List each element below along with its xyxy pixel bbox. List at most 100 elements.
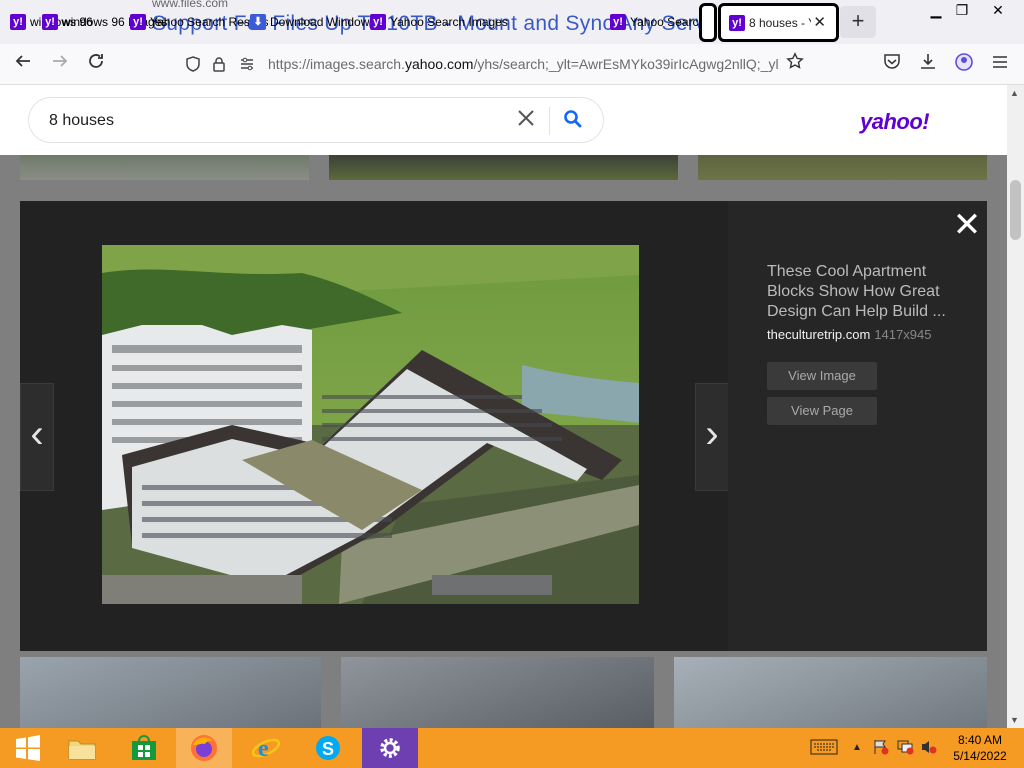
url-prefix: https://images.search.	[268, 56, 405, 72]
touch-keyboard-icon[interactable]	[810, 739, 838, 758]
tab-strip: www.files.com Support For Files Up To 10…	[0, 0, 1024, 44]
image-source[interactable]: theculturetrip.com 1417x945	[767, 327, 931, 342]
result-thumbnail[interactable]	[20, 155, 309, 180]
clear-x-icon	[518, 110, 534, 126]
background-tab[interactable]: y! Yahoo Search Results	[610, 12, 700, 32]
firefox-icon	[191, 735, 217, 761]
previous-image-button[interactable]: ‹	[20, 383, 54, 491]
yahoo-favicon-icon: y!	[42, 14, 58, 30]
view-page-button[interactable]: View Page	[767, 397, 877, 425]
network-icon[interactable]	[896, 739, 914, 758]
url-text[interactable]: https://images.search.yahoo.com/yhs/sear…	[268, 56, 778, 72]
apartment-photo	[102, 245, 639, 604]
background-tab[interactable]: y! Yahoo Search Images	[370, 12, 508, 32]
forward-button[interactable]	[48, 52, 72, 76]
account-button[interactable]	[952, 52, 976, 76]
next-image-button[interactable]: ›	[695, 383, 729, 491]
window-close-button[interactable]: ✕	[984, 0, 1012, 20]
volume-muted-icon[interactable]	[920, 739, 938, 758]
background-tab[interactable]: ⬇ Download Windows	[250, 12, 375, 32]
account-icon	[955, 53, 973, 71]
result-thumbnail[interactable]	[20, 657, 321, 728]
gear-icon	[380, 738, 400, 758]
tab-active-title: 8 houses - Yahoo	[749, 15, 811, 30]
internet-explorer-icon: e	[251, 736, 281, 762]
hamburger-menu-icon	[993, 56, 1007, 68]
downloads-button[interactable]	[916, 52, 940, 76]
scrollbar-thumb[interactable]	[1010, 180, 1021, 240]
search-divider	[549, 107, 550, 135]
new-tab-button[interactable]: +	[840, 6, 876, 38]
result-thumbnail[interactable]	[698, 155, 987, 180]
yahoo-favicon-icon: y!	[370, 14, 386, 30]
store-taskbar-icon[interactable]	[116, 728, 172, 768]
shield-icon[interactable]	[184, 55, 202, 73]
image-title[interactable]: These Cool Apartment Blocks Show How Gre…	[767, 262, 957, 322]
settings-taskbar-icon[interactable]	[362, 728, 418, 768]
skype-taskbar-icon[interactable]: S	[300, 728, 356, 768]
background-tab-edge[interactable]	[699, 3, 717, 42]
pocket-button[interactable]	[880, 52, 904, 76]
internet-explorer-taskbar-icon[interactable]: e	[238, 728, 294, 768]
pocket-icon	[884, 54, 900, 69]
reload-icon	[89, 54, 103, 68]
forward-arrow-icon	[53, 55, 68, 67]
result-thumbnail[interactable]	[341, 657, 654, 728]
url-path: /yhs/search;_ylt=AwrEsMYko39irIcAgwg2nll…	[473, 56, 778, 72]
show-hidden-icons-chevron-icon[interactable]: ▲	[852, 742, 862, 753]
system-clock[interactable]: 8:40 AM 5/14/2022	[944, 732, 1016, 764]
windows-logo-icon	[16, 735, 40, 761]
lock-icon[interactable]	[210, 55, 228, 73]
action-center-flag-icon[interactable]	[872, 739, 890, 758]
search-button[interactable]	[562, 108, 590, 136]
permissions-icon[interactable]	[238, 55, 256, 73]
image-viewer-overlay: ‹ › ✕ These Cool Apartment Blocks Show H…	[0, 155, 1007, 728]
yahoo-favicon-icon: y!	[130, 14, 146, 30]
clear-search-button[interactable]	[513, 108, 539, 134]
close-viewer-button[interactable]: ✕	[952, 208, 982, 242]
tab-close-icon[interactable]: ✕	[813, 13, 826, 31]
start-button[interactable]	[0, 728, 56, 768]
skype-icon: S	[316, 736, 340, 760]
background-tabs: www.files.com Support For Files Up To 10…	[0, 0, 700, 44]
nav-toolbar: https://images.search.yahoo.com/yhs/sear…	[0, 44, 1024, 85]
search-icon	[564, 110, 582, 128]
source-domain: theculturetrip.com	[767, 327, 871, 342]
yahoo-favicon-icon: y!	[729, 14, 745, 31]
yahoo-logo[interactable]: yahoo!	[860, 109, 930, 135]
search-bar	[28, 97, 604, 143]
back-button[interactable]	[11, 52, 35, 76]
download-icon	[921, 54, 935, 69]
bookmark-star-button[interactable]	[783, 52, 807, 76]
preview-image[interactable]	[102, 245, 639, 604]
folder-icon	[68, 740, 96, 760]
clock-time: 8:40 AM	[957, 733, 1003, 747]
firefox-taskbar-icon[interactable]	[176, 728, 232, 768]
svg-text:e: e	[258, 736, 269, 762]
tab-active[interactable]: y! 8 houses - Yahoo ✕	[718, 3, 839, 42]
result-thumbnail[interactable]	[329, 155, 678, 180]
result-thumbnail[interactable]	[674, 657, 987, 728]
scroll-down-icon[interactable]: ▼	[1010, 715, 1019, 725]
background-tab-label: Yahoo Search Images	[390, 15, 508, 29]
ghost-url-text: www.files.com	[152, 0, 229, 10]
page-content: yahoo!	[0, 85, 1007, 728]
page-scrollbar[interactable]: ▲ ▼	[1007, 85, 1024, 728]
image-viewer: ‹ › ✕ These Cool Apartment Blocks Show H…	[20, 201, 987, 651]
star-icon	[786, 52, 804, 69]
minimize-button[interactable]: ▁	[922, 0, 950, 20]
url-domain: yahoo.com	[404, 56, 474, 72]
restore-button[interactable]: ❐	[948, 0, 976, 20]
search-input[interactable]	[49, 108, 489, 134]
svg-text:S: S	[322, 739, 334, 759]
background-tab-label: Download Windows	[270, 15, 376, 29]
url-bar[interactable]: https://images.search.yahoo.com/yhs/sear…	[178, 49, 808, 80]
background-tab-label: Yahoo Search Results	[630, 15, 700, 29]
file-explorer-taskbar-icon[interactable]	[54, 728, 110, 768]
reload-button[interactable]	[84, 52, 108, 76]
scroll-up-icon[interactable]: ▲	[1010, 88, 1019, 98]
view-image-button[interactable]: View Image	[767, 362, 877, 390]
background-tab[interactable]: y! Yahoo Search Results	[130, 12, 269, 32]
menu-button[interactable]	[988, 52, 1012, 76]
yahoo-favicon-icon: y!	[610, 14, 626, 30]
